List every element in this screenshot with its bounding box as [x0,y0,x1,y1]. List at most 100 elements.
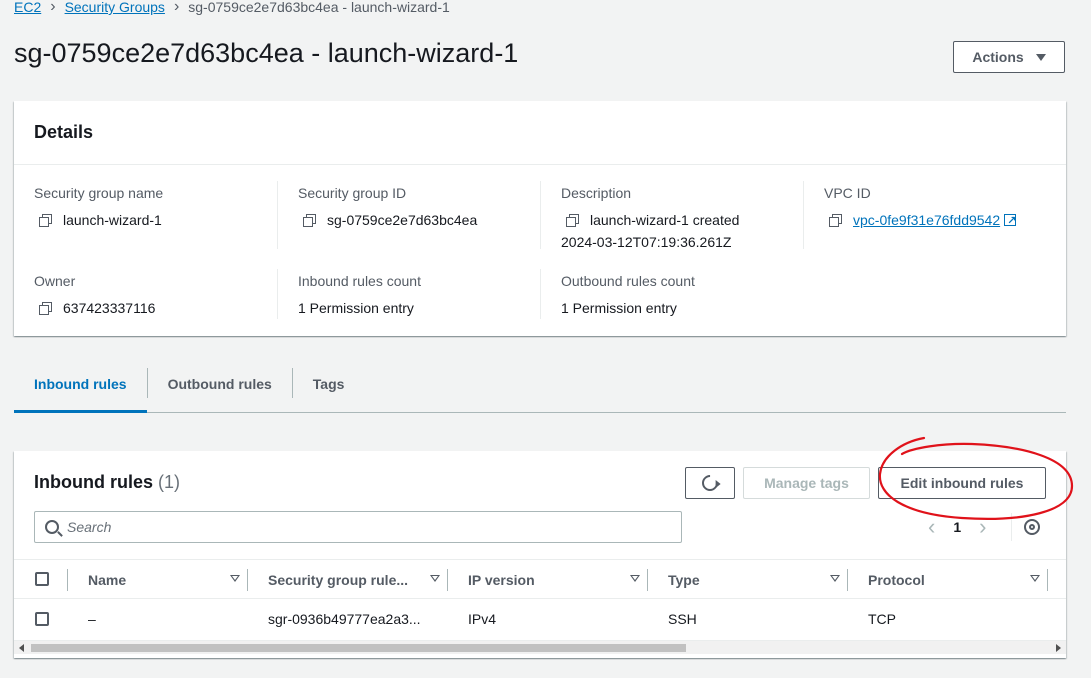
divider [803,181,804,249]
actions-button[interactable]: Actions [953,41,1065,73]
sg-id-field: Security group ID sg-0759ce2e7d63bc4ea [298,185,477,231]
column-header-label: Name [88,572,127,588]
scroll-left-arrow-icon[interactable] [19,644,24,652]
divider [277,181,278,249]
column-divider [67,569,68,591]
cell-rule-id: sgr-0936b49777ea2a3... [268,611,421,627]
sg-id-value: sg-0759ce2e7d63bc4ea [327,212,478,228]
chevron-right-icon[interactable]: › [979,516,986,538]
copy-icon[interactable] [39,302,52,315]
column-header-name[interactable]: Name [88,560,248,600]
sort-icon[interactable] [1030,575,1040,582]
horizontal-scrollbar[interactable] [14,640,1066,654]
owner-label: Owner [34,273,76,289]
cell-protocol: TCP [868,611,896,627]
divider [1011,513,1012,541]
row-checkbox[interactable] [35,612,49,626]
cell-ip-version: IPv4 [468,611,497,627]
select-all-cell [34,560,64,600]
sort-icon[interactable] [230,575,240,582]
breadcrumb-ec2-link[interactable]: EC2 [14,0,41,15]
divider [540,269,541,319]
column-header-label: Type [668,572,700,588]
refresh-icon [698,471,722,495]
search-input[interactable] [67,519,647,535]
edit-inbound-rules-button[interactable]: Edit inbound rules [878,467,1046,499]
gear-icon[interactable] [1024,519,1040,535]
actions-button-label: Actions [972,49,1024,65]
inbound-rules-heading: Inbound rules [34,472,153,492]
breadcrumb-security-groups-link[interactable]: Security Groups [65,0,165,15]
copy-icon[interactable] [566,214,579,227]
owner-field: Owner 637423337116 [34,273,155,319]
copy-icon[interactable] [39,214,52,227]
tab-inbound-rules[interactable]: Inbound rules [14,368,147,413]
description-line2: 2024-03-12T07:19:36.261Z [561,234,732,250]
page-title: sg-0759ce2e7d63bc4ea - launch-wizard-1 [14,38,519,68]
inbound-count-value: 1 Permission entry [298,300,414,316]
chevron-left-icon[interactable]: ‹ [928,516,935,538]
manage-tags-button[interactable]: Manage tags [743,467,870,499]
divider [540,181,541,249]
table-row[interactable]: – sgr-0936b49777ea2a3... IPv4 SSH TCP [14,599,1066,639]
sg-id-label: Security group ID [298,185,407,201]
sg-name-label: Security group name [34,185,164,201]
outbound-count-value: 1 Permission entry [561,300,677,316]
cell-type: SSH [668,611,697,627]
chevron-right-icon: › [173,0,180,15]
inbound-rules-panel: Inbound rules (1) Manage tags Edit inbou… [14,451,1066,658]
description-field: Description launch-wizard-1 created 2024… [561,185,739,253]
vpc-field: VPC ID vpc-0fe9f31e76fdd9542 [824,185,1016,232]
column-header-label: Protocol [868,572,925,588]
column-divider [647,569,648,591]
cell-name: – [88,611,96,627]
column-header-label: IP version [468,572,535,588]
column-divider [447,569,448,591]
select-all-checkbox[interactable] [35,572,49,586]
tab-tags[interactable]: Tags [293,368,365,412]
page-number[interactable]: 1 [953,519,961,535]
owner-value: 637423337116 [63,300,156,316]
inbound-count-field: Inbound rules count 1 Permission entry [298,273,421,319]
inbound-rules-count: (1) [158,472,181,492]
chevron-right-icon: › [50,0,56,15]
column-divider [847,569,848,591]
copy-icon[interactable] [303,214,316,227]
pagination: ‹ 1 › [928,516,986,538]
sort-icon[interactable] [630,575,640,582]
outbound-count-label: Outbound rules count [561,273,695,289]
column-header-label: Security group rule... [268,572,409,588]
outbound-count-field: Outbound rules count 1 Permission entry [561,273,695,319]
sg-name-value: launch-wizard-1 [63,212,162,228]
table-header: Name Security group rule... IP version T… [14,559,1066,599]
tab-outbound-rules[interactable]: Outbound rules [148,368,292,412]
sg-name-field: Security group name launch-wizard-1 [34,185,163,231]
caret-down-icon [1035,53,1046,61]
sort-icon[interactable] [430,575,440,582]
sort-icon[interactable] [830,575,840,582]
search-field[interactable] [34,511,682,543]
scroll-right-arrow-icon[interactable] [1056,644,1061,652]
vpc-link[interactable]: vpc-0fe9f31e76fdd9542 [853,212,1000,228]
inbound-count-label: Inbound rules count [298,273,421,289]
breadcrumb-current: sg-0759ce2e7d63bc4ea - launch-wizard-1 [188,0,450,15]
column-header-rule-id[interactable]: Security group rule... [268,560,448,600]
column-divider [1047,569,1048,591]
inbound-rules-title: Inbound rules (1) [34,472,180,493]
details-panel: Details Security group name launch-wizar… [14,101,1066,336]
details-header: Details [14,101,1066,165]
tab-bar: Inbound rules Outbound rules Tags [14,368,1066,413]
divider [277,269,278,319]
description-line1: launch-wizard-1 created [590,212,740,228]
search-icon [45,520,59,534]
column-header-ip-version[interactable]: IP version [468,560,648,600]
column-header-type[interactable]: Type [668,560,848,600]
row-select-cell [34,599,64,639]
column-divider [247,569,248,591]
column-header-protocol[interactable]: Protocol [868,560,1048,600]
copy-icon[interactable] [829,214,842,227]
breadcrumb: EC2 › Security Groups › sg-0759ce2e7d63b… [14,0,450,16]
scrollbar-thumb[interactable] [31,644,686,652]
refresh-button[interactable] [685,467,735,499]
external-link-icon[interactable] [1004,210,1016,232]
